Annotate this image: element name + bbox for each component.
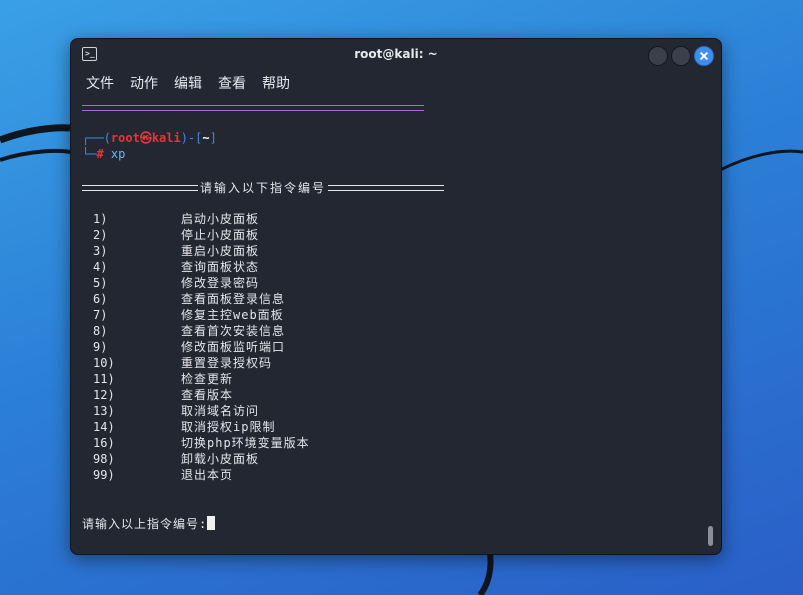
option-number: 5) — [93, 276, 108, 290]
prompt-bracket-close: ] — [209, 131, 217, 145]
menu-option-row: 1) 启动小皮面板 — [82, 211, 582, 227]
option-label: 取消授权ip限制 — [181, 420, 276, 434]
option-number: 13) — [93, 404, 115, 418]
menu-edit[interactable]: 编辑 — [174, 73, 202, 93]
option-label: 退出本页 — [181, 468, 234, 482]
scrollbar[interactable] — [708, 526, 713, 546]
menu-option-row: 5) 修改登录密码 — [82, 275, 582, 291]
terminal-window: >_ root@kali: ~ 文件 动作 编辑 查看 帮助 ┌──(root㉿… — [70, 38, 722, 555]
option-label: 查看首次安装信息 — [181, 324, 286, 338]
option-number: 3) — [93, 244, 108, 258]
close-button[interactable] — [694, 46, 714, 66]
prompt-corner: └─ — [82, 147, 97, 161]
option-number: 9) — [93, 340, 108, 354]
option-label: 查看面板登录信息 — [181, 292, 286, 306]
option-number: 4) — [93, 260, 108, 274]
shell-command-line: └─# xp — [82, 146, 125, 162]
option-number: 6) — [93, 292, 108, 306]
prompt-bracket: ┌──( — [82, 131, 111, 145]
option-label: 修改面板监听端口 — [181, 340, 286, 354]
option-label: 重置登录授权码 — [181, 356, 273, 370]
option-label: 停止小皮面板 — [181, 228, 260, 242]
option-number: 99) — [93, 468, 115, 482]
menu-bar: 文件 动作 编辑 查看 帮助 — [71, 71, 721, 95]
prompt-hash: # — [96, 147, 104, 161]
menu-option-row: 14) 取消授权ip限制 — [82, 419, 582, 435]
option-number: 8) — [93, 324, 108, 338]
menu-title-text: 请输入以下指令编号 — [200, 181, 327, 195]
text-cursor — [207, 516, 216, 530]
prompt-command: xp — [110, 147, 126, 161]
menu-view[interactable]: 查看 — [218, 73, 246, 93]
option-label: 切换php环境变量版本 — [181, 436, 310, 450]
menu-option-row: 6) 查看面板登录信息 — [82, 291, 582, 307]
window-title: root@kali: ~ — [354, 47, 438, 61]
prompt-host: kali — [151, 131, 181, 145]
prompt-at: ㉿ — [139, 131, 152, 145]
menu-option-row: 13) 取消域名访问 — [82, 403, 582, 419]
menu-option-row: 7) 修复主控web面板 — [82, 307, 582, 323]
shell-prompt-line: ┌──(root㉿kali)-[~] — [82, 130, 217, 146]
menu-option-row: 10) 重置登录授权码 — [82, 355, 582, 371]
prompt-user: root — [110, 131, 140, 145]
maximize-button[interactable] — [671, 46, 691, 66]
option-label: 修复主控web面板 — [181, 308, 284, 322]
option-number: 10) — [93, 356, 115, 370]
menu-actions[interactable]: 动作 — [130, 73, 158, 93]
terminal-output[interactable]: ┌──(root㉿kali)-[~] └─# xp 请输入以下指令编号 1) 启动… — [71, 95, 721, 554]
option-label: 启动小皮面板 — [181, 212, 260, 226]
menu-option-row: 3) 重启小皮面板 — [82, 243, 582, 259]
option-label: 检查更新 — [181, 372, 234, 386]
option-number: 2) — [93, 228, 108, 242]
menu-file[interactable]: 文件 — [86, 73, 114, 93]
input-prompt[interactable]: 请输入以上指令编号: — [82, 515, 216, 532]
menu-option-row: 4) 查询面板状态 — [82, 259, 582, 275]
menu-option-row: 2) 停止小皮面板 — [82, 227, 582, 243]
menu-option-row: 99) 退出本页 — [82, 467, 582, 483]
minimize-button[interactable] — [648, 46, 668, 66]
menu-option-row: 11) 检查更新 — [82, 371, 582, 387]
option-number: 14) — [93, 420, 115, 434]
menu-option-row: 8) 查看首次安装信息 — [82, 323, 582, 339]
separator-line — [82, 105, 424, 111]
prompt-bracket-mid: )-[ — [180, 131, 203, 145]
option-label: 取消域名访问 — [181, 404, 260, 418]
option-label: 卸载小皮面板 — [181, 452, 260, 466]
menu-option-row: 16) 切换php环境变量版本 — [82, 435, 582, 451]
option-label: 查看版本 — [181, 388, 234, 402]
title-bar: >_ root@kali: ~ — [71, 39, 721, 71]
option-number: 12) — [93, 388, 115, 402]
option-label: 重启小皮面板 — [181, 244, 260, 258]
menu-help[interactable]: 帮助 — [262, 73, 290, 93]
option-label: 修改登录密码 — [181, 276, 260, 290]
menu-option-row: 12) 查看版本 — [82, 387, 582, 403]
option-label: 查询面板状态 — [181, 260, 260, 274]
menu-title: 请输入以下指令编号 — [82, 179, 445, 195]
prompt-dir: ~ — [202, 131, 210, 145]
menu-title-bar-left — [82, 184, 198, 191]
option-number: 1) — [93, 212, 108, 226]
option-number: 11) — [93, 372, 115, 386]
option-number: 7) — [93, 308, 108, 322]
menu-title-bar-right — [328, 184, 445, 191]
input-prompt-text: 请输入以上指令编号: — [82, 517, 208, 531]
menu-option-row: 9) 修改面板监听端口 — [82, 339, 582, 355]
menu-option-row: 98) 卸载小皮面板 — [82, 451, 582, 467]
option-number: 98) — [93, 452, 115, 466]
option-number: 16) — [93, 436, 115, 450]
